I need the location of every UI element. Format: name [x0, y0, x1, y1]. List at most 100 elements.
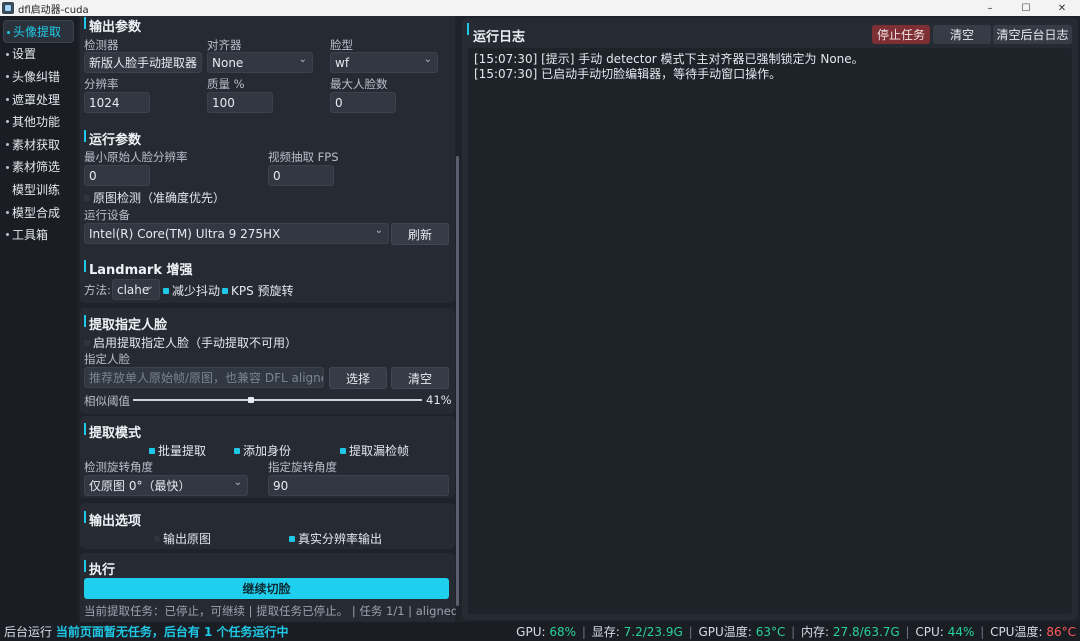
fps-label: 视频抽取 FPS — [268, 150, 339, 164]
bullet-icon — [6, 233, 9, 237]
task-status-text: 当前提取任务：已停止，可继续 | 提取任务已停止。 | 任务 1/1 | ali… — [84, 604, 456, 618]
section-title: 运行参数 — [83, 129, 141, 148]
settings-scrollbar[interactable] — [456, 156, 459, 606]
sidebar-item-face-correct[interactable]: 头像纠错 — [0, 65, 78, 88]
face-type-select[interactable]: wf — [330, 52, 438, 73]
face-path-input[interactable]: 推荐放单人原始帧/原图，也兼容 DFL aligned — [84, 367, 324, 388]
face-label: 指定人脸 — [84, 352, 130, 366]
checkbox-icon — [154, 535, 160, 542]
sidebar-item-face-extract[interactable]: 头像提取 — [3, 20, 74, 43]
sidebar-item-train[interactable]: 模型训练 — [0, 178, 78, 201]
settings-panel: 输出参数 检测器 新版人脸手动提取器 对齐器 None 脸型 wf 分辨率 10… — [80, 16, 456, 622]
device-select[interactable]: Intel(R) Core(TM) Ultra 9 275HX — [84, 223, 389, 244]
reduce-jitter-checkbox[interactable]: 减少抖动 — [163, 282, 220, 299]
output-options-card: 输出选项 输出原图 真实分辨率输出 — [80, 503, 455, 549]
add-identity-checkbox[interactable]: 添加身份 — [234, 442, 291, 459]
detector-label: 检测器 — [84, 38, 119, 52]
min-res-input[interactable]: 0 — [84, 165, 150, 186]
threshold-value: 41% — [426, 393, 452, 407]
clear-bg-log-button[interactable]: 清空后台日志 — [993, 25, 1072, 44]
close-button[interactable]: ✕ — [1044, 0, 1080, 16]
detect-rotation-label: 检测旋转角度 — [84, 460, 153, 474]
bullet-icon — [6, 165, 9, 169]
gpu-usage: 68% — [549, 625, 577, 639]
device-label: 运行设备 — [84, 208, 130, 222]
section-title: Landmark 增强 — [84, 259, 193, 278]
section-title: 提取指定人脸 — [83, 314, 167, 333]
clear-log-button[interactable]: 清空 — [933, 25, 991, 44]
detector-select[interactable]: 新版人脸手动提取器 — [84, 52, 202, 73]
checkbox-icon — [289, 535, 295, 542]
checkbox-icon — [84, 339, 90, 346]
section-title: 执行 — [83, 559, 115, 578]
cpu-usage: 44% — [947, 625, 975, 639]
fps-input[interactable]: 0 — [268, 165, 334, 186]
bullet-icon — [6, 75, 9, 79]
min-res-label: 最小原始人脸分辨率 — [84, 150, 188, 164]
specified-rotation-label: 指定旋转角度 — [268, 460, 337, 474]
section-title: 输出参数 — [83, 16, 141, 35]
detect-rotation-select[interactable]: 仅原图 0°（最快） — [84, 475, 248, 496]
aligner-select[interactable]: None — [207, 52, 313, 73]
threshold-label: 相似阈值 — [84, 394, 130, 408]
sidebar-item-settings[interactable]: 设置 — [0, 43, 78, 66]
section-title: 提取模式 — [83, 422, 141, 441]
aligner-label: 对齐器 — [207, 38, 242, 52]
batch-extract-checkbox[interactable]: 批量提取 — [149, 442, 206, 459]
section-title: 输出选项 — [83, 510, 141, 529]
select-button[interactable]: 选择 — [329, 367, 387, 389]
method-label: 方法: — [84, 283, 111, 297]
title-bar: dfl启动器-cuda – ☐ ✕ — [0, 0, 1080, 16]
checkbox-icon — [84, 194, 90, 201]
real-res-checkbox[interactable]: 真实分辨率输出 — [289, 530, 382, 547]
quality-input[interactable]: 100 — [207, 92, 273, 113]
checkbox-icon — [163, 287, 169, 294]
log-output[interactable]: [15:07:30] [提示] 手动 detector 模式下主对齐器已强制锁定… — [468, 48, 1072, 614]
vram-usage: 7.2/23.9G — [623, 625, 683, 639]
sidebar-item-material-filter[interactable]: 素材筛选 — [0, 156, 78, 179]
resolution-input[interactable]: 1024 — [84, 92, 150, 113]
checkbox-icon — [149, 447, 155, 454]
sidebar: 头像提取 设置 头像纠错 遮罩处理 其他功能 素材获取 素材筛选 模型训练 模型… — [0, 16, 78, 622]
resolution-label: 分辨率 — [84, 77, 119, 91]
specified-rotation-input[interactable]: 90 — [268, 475, 449, 496]
refresh-button[interactable]: 刷新 — [391, 223, 449, 245]
sidebar-item-other[interactable]: 其他功能 — [0, 110, 78, 133]
kps-checkbox[interactable]: KPS 预旋转 — [222, 282, 294, 299]
system-stats: GPU: 68% | 显存: 7.2/23.9G | GPU温度: 63°C |… — [516, 625, 1076, 639]
log-line: [15:07:30] 已启动手动切脸编辑器，等待手动窗口操作。 — [474, 67, 782, 81]
maximize-button[interactable]: ☐ — [1008, 0, 1044, 16]
orig-detect-checkbox[interactable]: 原图检测（准确度优先） — [84, 189, 225, 206]
sidebar-item-toolbox[interactable]: 工具箱 — [0, 223, 78, 246]
quality-label: 质量 % — [207, 77, 245, 91]
sidebar-item-merge[interactable]: 模型合成 — [0, 201, 78, 224]
max-faces-label: 最大人脸数 — [330, 77, 388, 91]
enable-specific-face-checkbox[interactable]: 启用提取指定人脸（手动提取不可用） — [84, 334, 297, 351]
gpu-temp: 63°C — [755, 625, 786, 639]
method-select[interactable]: clahe — [112, 279, 160, 300]
bullet-icon — [7, 31, 10, 34]
mem-usage: 27.8/63.7G — [832, 625, 900, 639]
clear-face-button[interactable]: 清空 — [391, 367, 449, 389]
bullet-icon — [6, 142, 9, 146]
minimize-button[interactable]: – — [972, 0, 1008, 16]
sidebar-item-mask[interactable]: 遮罩处理 — [0, 88, 78, 111]
missed-frames-checkbox[interactable]: 提取漏检帧 — [340, 442, 409, 459]
threshold-slider-handle[interactable] — [248, 397, 255, 403]
bullet-icon — [6, 120, 9, 124]
continue-extract-button[interactable]: 继续切脸 — [84, 578, 449, 599]
face-type-label: 脸型 — [330, 38, 353, 52]
output-params-card: 输出参数 检测器 新版人脸手动提取器 对齐器 None 脸型 wf 分辨率 10… — [80, 16, 455, 135]
stop-task-button[interactable]: 停止任务 — [872, 25, 930, 44]
log-panel: 运行日志 停止任务 清空 清空后台日志 [15:07:30] [提示] 手动 d… — [462, 18, 1078, 620]
app-icon — [2, 2, 14, 14]
status-bar: 后台运行 当前页面暂无任务，后台有 1 个任务运行中 GPU: 68% | 显存… — [0, 622, 1080, 641]
bg-run-label: 后台运行 — [4, 625, 53, 639]
orig-output-checkbox[interactable]: 输出原图 — [154, 530, 211, 547]
sidebar-item-material-get[interactable]: 素材获取 — [0, 133, 78, 156]
run-params-card: 运行参数 最小原始人脸分辨率 0 视频抽取 FPS 0 原图检测（准确度优先） … — [80, 123, 455, 264]
threshold-slider[interactable] — [133, 399, 422, 401]
specific-face-card: 提取指定人脸 启用提取指定人脸（手动提取不可用） 指定人脸 推荐放单人原始帧/原… — [80, 308, 455, 414]
max-faces-input[interactable]: 0 — [330, 92, 396, 113]
checkbox-icon — [340, 447, 346, 454]
